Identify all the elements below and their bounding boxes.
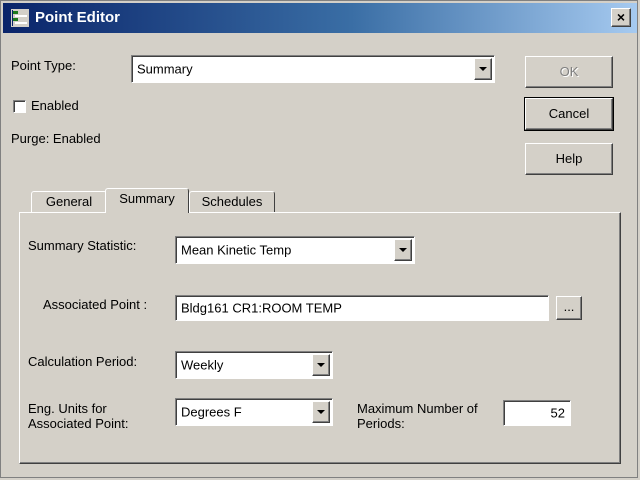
eng-units-select[interactable]: Degrees F [175, 398, 333, 426]
point-editor-app-icon [11, 9, 29, 27]
calculation-period-value: Weekly [181, 357, 224, 373]
eng-units-label-line2: Associated Point: [28, 416, 129, 431]
max-periods-label-line2: Periods: [357, 416, 405, 431]
associated-point-label: Associated Point : [43, 297, 148, 312]
chevron-down-icon[interactable] [312, 401, 330, 423]
chevron-down-icon[interactable] [312, 354, 330, 376]
associated-point-input[interactable]: Bldg161 CR1:ROOM TEMP [175, 295, 549, 321]
purge-status: Purge: Enabled [11, 131, 101, 146]
max-periods-label-line1: Maximum Number of [357, 401, 478, 416]
tab-schedules[interactable]: Schedules [189, 191, 275, 213]
max-periods-input[interactable]: 52 [503, 400, 571, 426]
point-type-value: Summary [137, 61, 193, 77]
point-type-select[interactable]: Summary [131, 55, 495, 83]
associated-point-value: Bldg161 CR1:ROOM TEMP [181, 300, 342, 316]
point-type-label: Point Type: [11, 58, 76, 73]
summary-statistic-label: Summary Statistic: [28, 238, 137, 253]
tab-summary[interactable]: Summary [105, 188, 189, 213]
window-title: Point Editor [35, 9, 120, 26]
chevron-down-icon[interactable] [474, 58, 492, 80]
ok-button[interactable]: OK [525, 56, 613, 88]
enabled-label: Enabled [31, 98, 79, 113]
eng-units-value: Degrees F [181, 404, 242, 420]
tab-general[interactable]: General [31, 191, 107, 213]
close-button[interactable]: × [611, 8, 631, 27]
calculation-period-label: Calculation Period: [28, 354, 138, 369]
close-icon: × [616, 9, 626, 25]
eng-units-label-line1: Eng. Units for [28, 401, 107, 416]
chevron-down-icon[interactable] [394, 239, 412, 261]
summary-statistic-select[interactable]: Mean Kinetic Temp [175, 236, 415, 264]
summary-statistic-value: Mean Kinetic Temp [181, 242, 292, 258]
point-editor-dialog: Point Editor × Point Type: Summary Enabl… [0, 0, 638, 478]
enabled-checkbox[interactable] [13, 100, 26, 113]
cancel-button[interactable]: Cancel [524, 97, 614, 131]
max-periods-value: 52 [550, 405, 565, 421]
browse-point-button[interactable]: ... [556, 296, 582, 320]
calculation-period-select[interactable]: Weekly [175, 351, 333, 379]
title-bar[interactable]: Point Editor × [3, 3, 637, 33]
help-button[interactable]: Help [525, 143, 613, 175]
